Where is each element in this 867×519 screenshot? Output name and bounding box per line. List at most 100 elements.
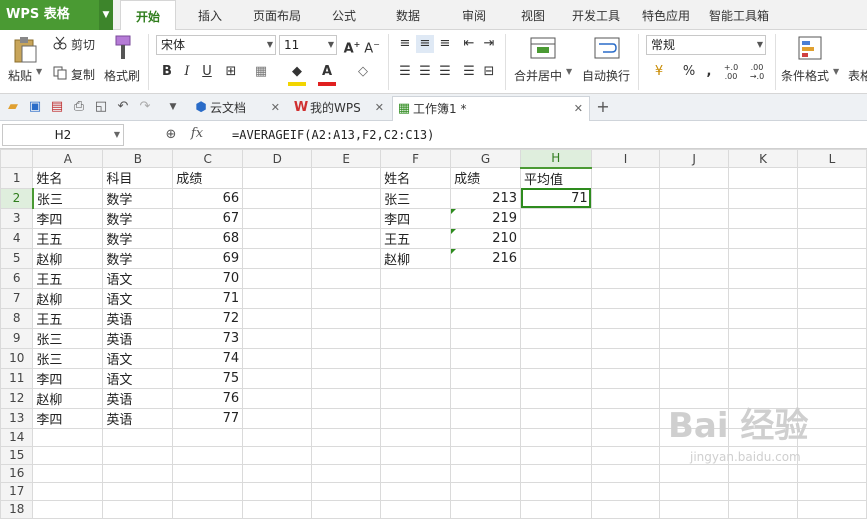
cell-I7[interactable] xyxy=(590,287,661,309)
distribute-icon[interactable]: ⊟ xyxy=(480,63,498,81)
cell-D18[interactable] xyxy=(242,499,313,519)
fill-pattern-icon[interactable]: ▦ xyxy=(252,63,270,81)
redo-icon[interactable]: ↷ xyxy=(136,98,154,116)
cell-C4[interactable]: 68 xyxy=(172,227,244,249)
menu-tab-4[interactable]: 数据 xyxy=(380,0,436,30)
underline-icon[interactable]: U xyxy=(198,63,216,81)
cell-B17[interactable] xyxy=(102,481,174,501)
cell-B11[interactable]: 语文 xyxy=(102,367,174,389)
cell-D5[interactable] xyxy=(242,247,313,269)
cell-F4[interactable]: 王五 xyxy=(380,227,452,249)
cell-G6[interactable] xyxy=(450,267,522,289)
cell-H18[interactable] xyxy=(520,499,592,519)
column-header-A[interactable]: A xyxy=(32,149,104,168)
cell-G12[interactable] xyxy=(450,387,522,409)
cell-J16[interactable] xyxy=(659,463,730,483)
cell-F16[interactable] xyxy=(380,463,452,483)
cell-F5[interactable]: 赵柳 xyxy=(380,247,452,269)
save-icon[interactable]: ▣ xyxy=(26,98,44,116)
cell-L5[interactable] xyxy=(797,247,867,269)
cell-C17[interactable] xyxy=(172,481,244,501)
cell-E6[interactable] xyxy=(311,267,382,289)
cell-H16[interactable] xyxy=(520,463,592,483)
cell-F10[interactable] xyxy=(380,347,452,369)
cell-A13[interactable]: 李四 xyxy=(32,407,104,429)
cell-A17[interactable] xyxy=(32,481,104,501)
cell-H9[interactable] xyxy=(520,327,592,349)
cell-C3[interactable]: 67 xyxy=(172,207,244,229)
cell-H5[interactable] xyxy=(520,247,592,269)
cell-F13[interactable] xyxy=(380,407,452,429)
cell-A15[interactable] xyxy=(32,445,104,465)
row-header-13[interactable]: 13 xyxy=(0,407,34,429)
column-header-D[interactable]: D xyxy=(242,149,313,168)
cell-H17[interactable] xyxy=(520,481,592,501)
chevron-down-icon[interactable]: ▼ xyxy=(36,67,42,76)
cell-I17[interactable] xyxy=(590,481,661,501)
cell-D14[interactable] xyxy=(242,427,313,447)
cell-I5[interactable] xyxy=(590,247,661,269)
cell-F1[interactable]: 姓名 xyxy=(380,167,452,189)
cell-D13[interactable] xyxy=(242,407,313,429)
cell-I1[interactable] xyxy=(590,167,661,189)
row-header-18[interactable]: 18 xyxy=(0,499,34,519)
cell-L4[interactable] xyxy=(797,227,867,249)
cell-G18[interactable] xyxy=(450,499,522,519)
cell-B5[interactable]: 数学 xyxy=(102,247,174,269)
row-header-11[interactable]: 11 xyxy=(0,367,34,389)
scissors-icon[interactable] xyxy=(53,36,67,50)
cell-C16[interactable] xyxy=(172,463,244,483)
cell-E16[interactable] xyxy=(311,463,382,483)
column-header-K[interactable]: K xyxy=(728,149,799,168)
cell-B3[interactable]: 数学 xyxy=(102,207,174,229)
menu-tab-5[interactable]: 审阅 xyxy=(446,0,502,30)
cell-G16[interactable] xyxy=(450,463,522,483)
cell-E13[interactable] xyxy=(311,407,382,429)
cell-E15[interactable] xyxy=(311,445,382,465)
cell-F12[interactable] xyxy=(380,387,452,409)
chevron-down-icon[interactable]: ▼ xyxy=(164,98,182,116)
cell-B18[interactable] xyxy=(102,499,174,519)
cell-F15[interactable] xyxy=(380,445,452,465)
paste-icon[interactable] xyxy=(12,36,38,64)
cell-J2[interactable] xyxy=(659,187,730,209)
cell-K3[interactable] xyxy=(728,207,799,229)
column-header-E[interactable]: E xyxy=(311,149,382,168)
cell-F11[interactable] xyxy=(380,367,452,389)
cell-I15[interactable] xyxy=(590,445,661,465)
cell-J11[interactable] xyxy=(659,367,730,389)
row-header-2[interactable]: 2 xyxy=(0,187,34,209)
cell-E4[interactable] xyxy=(311,227,382,249)
thousands-icon[interactable]: , xyxy=(700,63,718,81)
cell-K8[interactable] xyxy=(728,307,799,329)
wrap-text-button[interactable]: 自动换行 xyxy=(582,67,630,84)
chevron-down-icon[interactable]: ▼ xyxy=(833,67,839,76)
cell-J10[interactable] xyxy=(659,347,730,369)
cell-E17[interactable] xyxy=(311,481,382,501)
name-box[interactable]: H2 ▼ xyxy=(2,124,124,146)
cell-I13[interactable] xyxy=(590,407,661,429)
cell-L8[interactable] xyxy=(797,307,867,329)
cell-A4[interactable]: 王五 xyxy=(32,227,104,249)
cell-L17[interactable] xyxy=(797,481,867,501)
cell-E3[interactable] xyxy=(311,207,382,229)
cell-A2[interactable]: 张三 xyxy=(32,187,104,209)
column-header-G[interactable]: G xyxy=(450,149,522,168)
column-header-L[interactable]: L xyxy=(797,149,867,168)
new-tab-icon[interactable]: + xyxy=(594,98,612,116)
cell-C15[interactable] xyxy=(172,445,244,465)
row-header-1[interactable]: 1 xyxy=(0,167,34,189)
cell-I10[interactable] xyxy=(590,347,661,369)
cell-A16[interactable] xyxy=(32,463,104,483)
cell-G13[interactable] xyxy=(450,407,522,429)
increase-decimal-icon[interactable]: +.0.00 xyxy=(722,63,740,81)
increase-indent-icon[interactable]: ⇥ xyxy=(480,35,498,53)
row-header-4[interactable]: 4 xyxy=(0,227,34,249)
cell-K16[interactable] xyxy=(728,463,799,483)
cell-C14[interactable] xyxy=(172,427,244,447)
cell-J6[interactable] xyxy=(659,267,730,289)
cell-L9[interactable] xyxy=(797,327,867,349)
align-right-icon[interactable]: ☰ xyxy=(436,63,454,81)
menu-tab-8[interactable]: 特色应用 xyxy=(632,0,700,30)
cell-G15[interactable] xyxy=(450,445,522,465)
